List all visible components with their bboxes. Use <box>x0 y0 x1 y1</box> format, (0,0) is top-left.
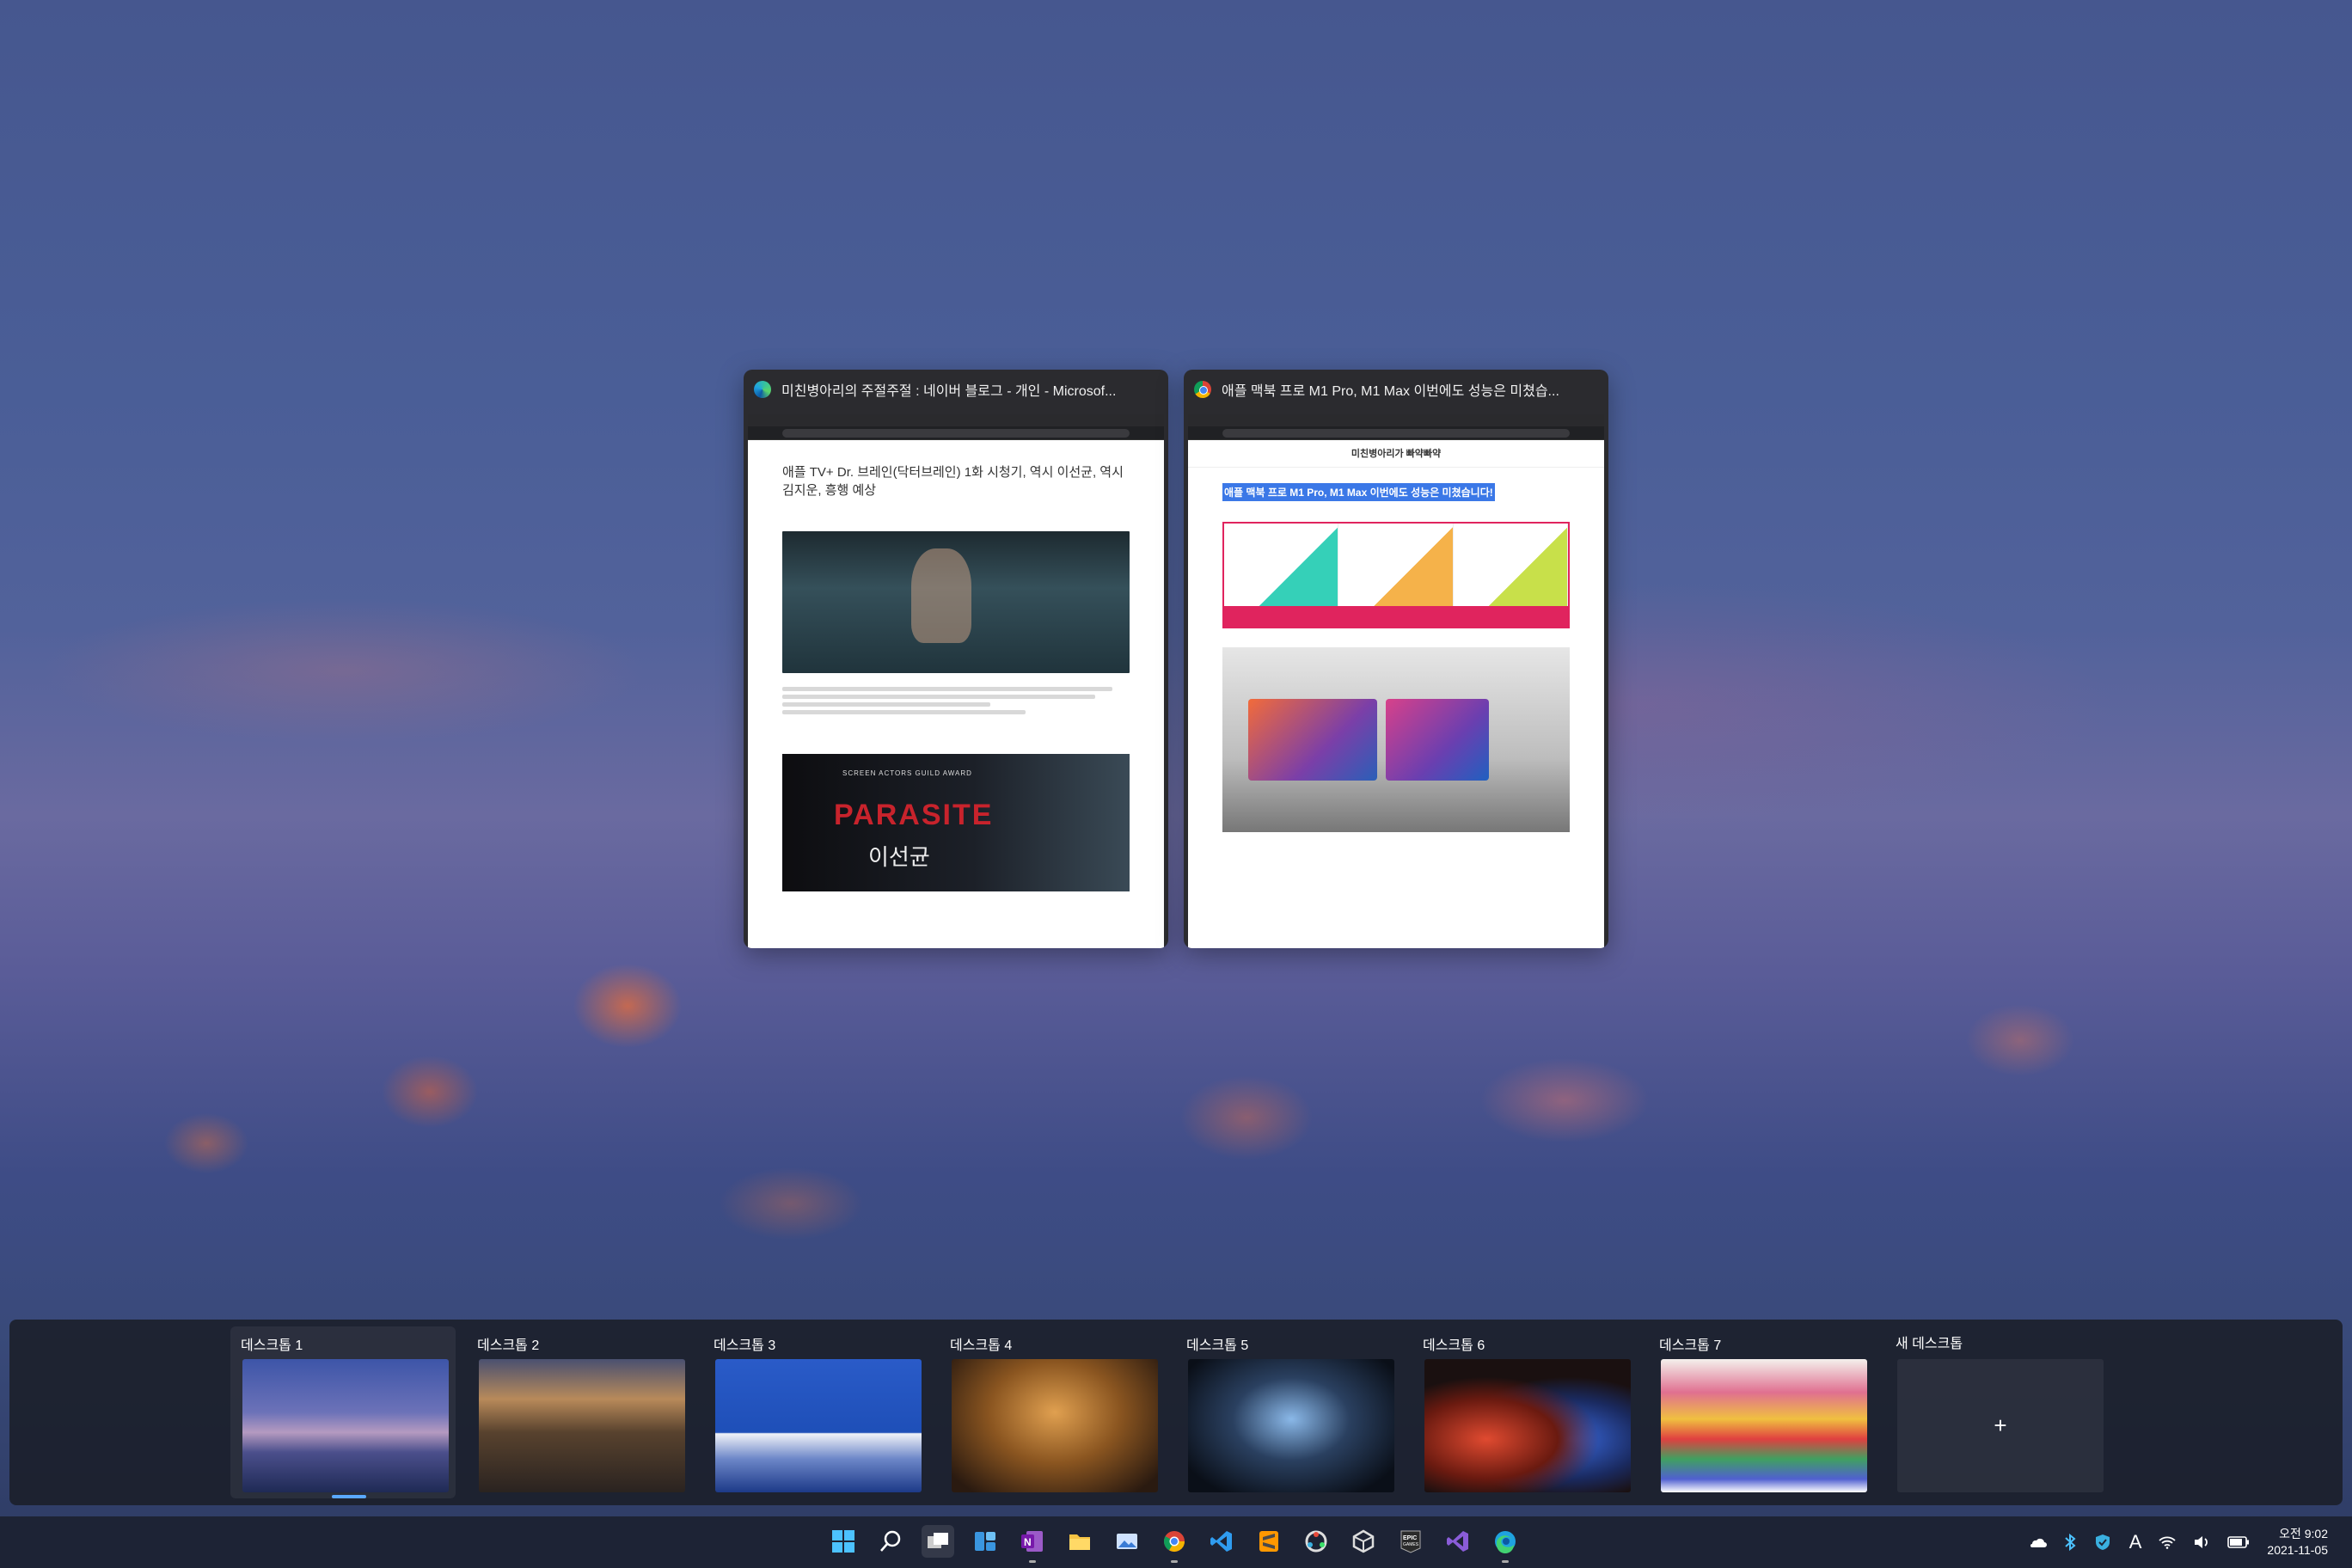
vscode-app[interactable] <box>1205 1525 1238 1558</box>
volume-icon[interactable] <box>2193 1534 2210 1550</box>
time: 오전 9:02 <box>2279 1527 2328 1540</box>
desktop-thumbnail <box>1661 1359 1867 1492</box>
post-image <box>782 531 1130 673</box>
window-title: 애플 맥북 프로 M1 Pro, M1 Max 이번에도 성능은 미쳤습... <box>1222 384 1559 399</box>
post-text <box>782 687 1130 714</box>
poster-subtitle: 이선균 <box>868 844 930 870</box>
desktop-thumbnail <box>242 1359 449 1492</box>
task-view-button[interactable] <box>922 1525 954 1558</box>
desktop-label: 데스크톱 2 <box>477 1338 540 1353</box>
epic-games-icon: EPICGAMES <box>1400 1530 1421 1553</box>
window-content: 미친병아리가 빠약빠약 애플 맥북 프로 M1 Pro, M1 Max 이번에도… <box>1188 414 1604 948</box>
window-title-bar: 미친병아리의 주절주절 : 네이버 블로그 - 개인 - Microsof... <box>744 370 1168 409</box>
desktop-label: 데스크톱 5 <box>1186 1338 1249 1353</box>
window-title: 미친병아리의 주절주절 : 네이버 블로그 - 개인 - Microsof... <box>781 384 1117 399</box>
svg-text:GAMES: GAMES <box>1403 1542 1419 1547</box>
post-headline: 애플 TV+ Dr. 브레인(닥터브레인) 1화 시청기, 역시 이선균, 역시… <box>782 465 1124 498</box>
window-thumbnail-chrome[interactable]: 애플 맥북 프로 M1 Pro, M1 Max 이번에도 성능은 미쳤습... … <box>1184 370 1608 948</box>
desktop-thumbnail <box>715 1359 922 1492</box>
desktop-7[interactable]: 데스크톱 7 <box>1649 1326 1874 1498</box>
svg-text:EPIC: EPIC <box>1403 1535 1417 1541</box>
onenote-app[interactable]: N <box>1016 1525 1049 1563</box>
photos-app[interactable] <box>1111 1525 1143 1558</box>
plus-icon: + <box>1994 1412 2007 1438</box>
desktop-thumbnail <box>1424 1359 1631 1492</box>
desktop-label: 데스크톱 6 <box>1423 1338 1485 1353</box>
ime-indicator[interactable]: A <box>2129 1531 2142 1553</box>
desktop-4[interactable]: 데스크톱 4 <box>940 1326 1165 1498</box>
window-thumbnail-edge[interactable]: 미친병아리의 주절주절 : 네이버 블로그 - 개인 - Microsof...… <box>744 370 1168 948</box>
browser-toolbar <box>748 414 1164 440</box>
task-view-icon <box>928 1533 948 1548</box>
poster-title: PARASITE <box>834 799 994 831</box>
onedrive-icon[interactable] <box>2028 1535 2047 1549</box>
unity-icon <box>1352 1529 1375 1553</box>
ad-banner <box>1222 522 1570 628</box>
desktop-thumbnail <box>1188 1359 1394 1492</box>
desktop-label: 데스크톱 4 <box>950 1338 1013 1353</box>
desktop-3[interactable]: 데스크톱 3 <box>703 1326 928 1498</box>
onenote-icon: N <box>1021 1531 1043 1552</box>
desktop-1[interactable]: 데스크톱 1 <box>230 1326 456 1498</box>
poster-caption: SCREEN ACTORS GUILD AWARD <box>842 769 972 777</box>
date: 2021-11-05 <box>2267 1543 2328 1557</box>
edge-icon <box>754 381 771 398</box>
desktop-thumbnail <box>479 1359 685 1492</box>
security-icon[interactable] <box>2093 1533 2112 1552</box>
wifi-icon[interactable] <box>2159 1535 2177 1549</box>
search-icon <box>880 1530 901 1552</box>
post-headline-selected: 애플 맥북 프로 M1 Pro, M1 Max 이번에도 성능은 미쳤습니다! <box>1222 483 1495 501</box>
battery-icon[interactable] <box>2227 1535 2250 1549</box>
bluetooth-icon[interactable] <box>2064 1534 2076 1551</box>
epic-games-app[interactable]: EPIC GAMES <box>1394 1525 1427 1558</box>
new-desktop-button[interactable]: + <box>1897 1359 2104 1492</box>
davinci-icon <box>1305 1530 1327 1553</box>
widgets-button[interactable] <box>969 1525 1001 1558</box>
visual-studio-icon <box>1447 1531 1468 1552</box>
desktop-label: 데스크톱 1 <box>241 1338 303 1353</box>
widgets-icon <box>975 1532 995 1551</box>
taskbar: N EPIC GAMES A 오전 9:02 2021-11-05 <box>0 1516 2352 1568</box>
sublime-icon <box>1259 1531 1278 1552</box>
edge-app[interactable] <box>1489 1525 1522 1563</box>
photos-icon <box>1117 1534 1137 1549</box>
search-button[interactable] <box>874 1525 907 1558</box>
window-content: 애플 TV+ Dr. 브레인(닥터브레인) 1화 시청기, 역시 이선균, 역시… <box>748 414 1164 948</box>
desktop-thumbnail <box>952 1359 1158 1492</box>
chrome-icon <box>1163 1531 1185 1553</box>
desktop-6[interactable]: 데스크톱 6 <box>1412 1326 1638 1498</box>
visual-studio-app[interactable] <box>1442 1525 1474 1558</box>
vscode-icon <box>1210 1531 1232 1552</box>
davinci-resolve-app[interactable] <box>1300 1525 1332 1558</box>
sublime-text-app[interactable] <box>1253 1525 1285 1558</box>
start-button[interactable] <box>827 1525 860 1558</box>
unity-app[interactable] <box>1347 1525 1380 1558</box>
new-desktop-label: 새 데스크톱 <box>1896 1337 1963 1351</box>
desktop-2[interactable]: 데스크톱 2 <box>467 1326 692 1498</box>
windows-icon <box>832 1530 854 1553</box>
edge-icon <box>1495 1531 1516 1553</box>
chrome-icon <box>1194 381 1211 398</box>
file-explorer-app[interactable] <box>1063 1525 1096 1558</box>
browser-toolbar <box>1188 414 1604 440</box>
new-desktop[interactable]: 새 데스크톱 + <box>1885 1326 2110 1498</box>
poster-image: SCREEN ACTORS GUILD AWARD PARASITE 이선균 <box>782 754 1130 891</box>
active-desktop-indicator <box>332 1495 366 1498</box>
window-title-bar: 애플 맥북 프로 M1 Pro, M1 Max 이번에도 성능은 미쳤습... <box>1184 370 1608 409</box>
post-meta <box>782 510 1130 516</box>
desktop-label: 데스크톱 3 <box>714 1338 776 1353</box>
folder-icon <box>1069 1534 1090 1550</box>
blog-name: 미친병아리가 빠약빠약 <box>1188 440 1604 468</box>
svg-text:N: N <box>1024 1536 1032 1548</box>
desktop-5[interactable]: 데스크톱 5 <box>1176 1326 1401 1498</box>
chrome-app[interactable] <box>1158 1525 1191 1563</box>
macbook-photo <box>1222 647 1570 832</box>
clock[interactable]: 오전 9:02 2021-11-05 <box>2267 1526 2328 1559</box>
desktop-label: 데스크톱 7 <box>1659 1338 1722 1353</box>
breadcrumb <box>782 452 1130 458</box>
system-tray: A 오전 9:02 2021-11-05 <box>2028 1516 2352 1568</box>
